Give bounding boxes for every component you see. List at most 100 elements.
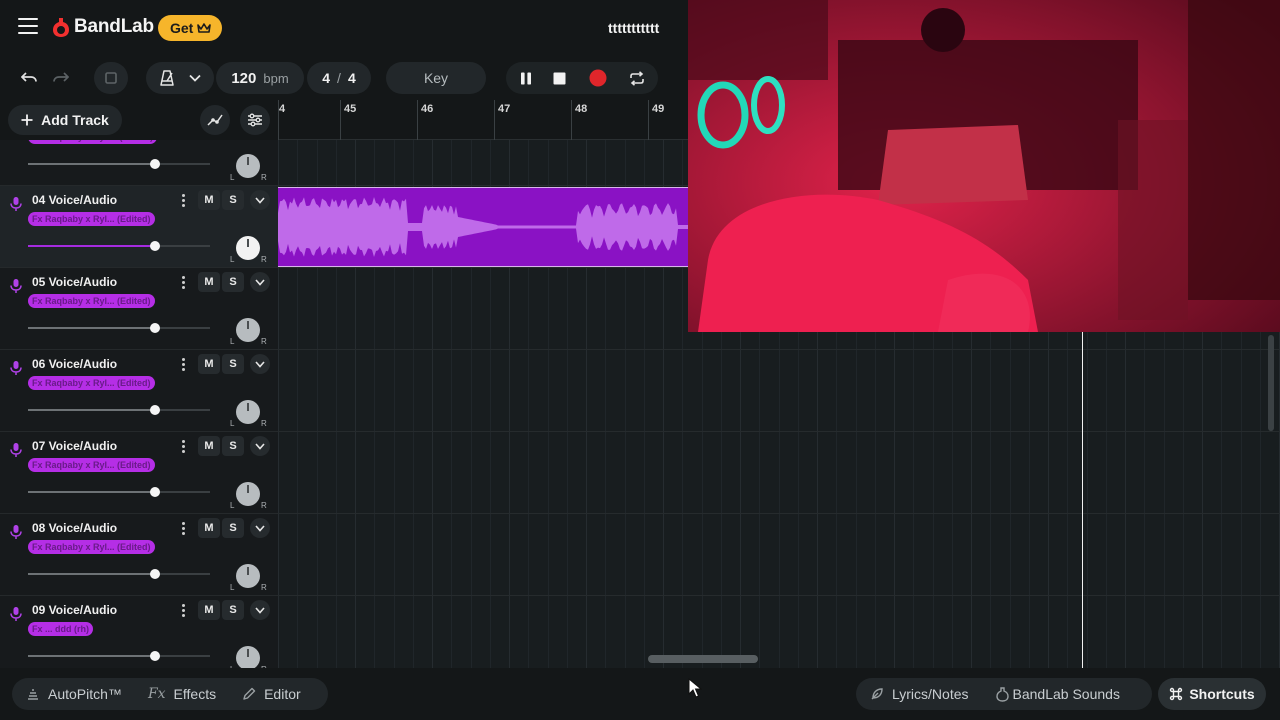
volume-slider-handle[interactable]: [150, 159, 160, 169]
time-signature-field[interactable]: 4 / 4: [307, 62, 371, 94]
volume-slider-handle[interactable]: [150, 405, 160, 415]
pan-knob[interactable]: L R: [230, 563, 267, 595]
pan-knob[interactable]: L R: [230, 235, 267, 267]
track-expand-button[interactable]: [250, 190, 270, 210]
volume-slider-handle[interactable]: [150, 651, 160, 661]
pan-knob[interactable]: L R: [230, 317, 267, 349]
pan-knob[interactable]: L R: [230, 645, 267, 668]
volume-slider[interactable]: [28, 651, 210, 661]
track-more-button[interactable]: [180, 522, 186, 536]
get-label: Get: [170, 20, 194, 36]
volume-slider-handle[interactable]: [150, 569, 160, 579]
track-row[interactable]: 04 Voice/Audio M S Fx Raqbaby x Ryl... (…: [0, 186, 278, 268]
volume-slider[interactable]: [28, 323, 210, 333]
autopitch-button[interactable]: AutoPitch™: [12, 678, 135, 710]
pause-button[interactable]: [514, 66, 538, 90]
track-name[interactable]: 04 Voice/Audio: [32, 193, 117, 207]
track-name[interactable]: 09 Voice/Audio: [32, 603, 117, 617]
mute-button[interactable]: M: [198, 354, 220, 374]
horizontal-scrollbar[interactable]: [648, 655, 758, 663]
track-effect-preset[interactable]: Fx Raqbaby x Ryli... (Edited): [28, 140, 158, 144]
track-effect-preset[interactable]: Fx Raqbaby x Ryl... (Edited): [28, 540, 155, 554]
mute-button[interactable]: M: [198, 190, 220, 210]
track-effect-preset[interactable]: Fx Raqbaby x Ryl... (Edited): [28, 376, 155, 390]
volume-slider-handle[interactable]: [150, 487, 160, 497]
volume-slider-handle[interactable]: [150, 323, 160, 333]
playhead[interactable]: [1082, 332, 1083, 668]
record-button[interactable]: [586, 66, 610, 90]
stop-button[interactable]: [547, 66, 571, 90]
pan-knob[interactable]: L R: [230, 399, 267, 431]
mute-button[interactable]: M: [198, 436, 220, 456]
shortcuts-button[interactable]: Shortcuts: [1158, 678, 1266, 710]
track-name[interactable]: 05 Voice/Audio: [32, 275, 117, 289]
sliders-icon: [248, 113, 262, 127]
track-expand-button[interactable]: [250, 518, 270, 538]
track-more-button[interactable]: [180, 604, 186, 618]
track-expand-button[interactable]: [250, 436, 270, 456]
solo-button[interactable]: S: [222, 190, 244, 210]
volume-slider[interactable]: [28, 569, 210, 579]
track-row[interactable]: 06 Voice/Audio M S Fx Raqbaby x Ryl... (…: [0, 350, 278, 432]
track-more-button[interactable]: [180, 194, 186, 208]
solo-button[interactable]: S: [222, 436, 244, 456]
volume-slider[interactable]: [28, 487, 210, 497]
track-expand-button[interactable]: [250, 272, 270, 292]
volume-slider-handle[interactable]: [150, 241, 160, 251]
redo-button[interactable]: [48, 63, 74, 93]
track-row[interactable]: 05 Voice/Audio M S Fx Raqbaby x Ryl... (…: [0, 268, 278, 350]
solo-button[interactable]: S: [222, 354, 244, 374]
microphone-icon: [10, 443, 22, 457]
key-field[interactable]: Key: [386, 62, 486, 94]
solo-button[interactable]: S: [222, 518, 244, 538]
track-expand-button[interactable]: [250, 354, 270, 374]
pan-right-label: R: [261, 583, 267, 592]
track-more-button[interactable]: [180, 440, 186, 454]
track-effect-preset[interactable]: Fx ... ddd (rh): [28, 622, 93, 636]
microphone-icon: [10, 197, 22, 211]
track-name[interactable]: 07 Voice/Audio: [32, 439, 117, 453]
get-membership-button[interactable]: Get: [158, 15, 223, 41]
bandlab-logo[interactable]: BandLab: [52, 16, 154, 38]
track-row[interactable]: M S Fx Raqbaby x Ryli... (Edited) L R: [0, 140, 278, 186]
audio-clip[interactable]: [278, 187, 688, 267]
pan-knob[interactable]: L R: [230, 481, 267, 513]
project-title[interactable]: ttttttttttt: [608, 20, 659, 36]
solo-button[interactable]: S: [222, 272, 244, 292]
timeline-ruler[interactable]: 4 45 46 47 48 49: [278, 100, 688, 140]
track-effect-preset[interactable]: Fx Raqbaby x Ryl... (Edited): [28, 294, 155, 308]
menu-icon[interactable]: [18, 18, 38, 36]
track-effect-preset[interactable]: Fx Raqbaby x Ryl... (Edited): [28, 458, 155, 472]
track-row[interactable]: 09 Voice/Audio M S Fx ... ddd (rh) L R: [0, 596, 278, 668]
automation-button[interactable]: [200, 105, 230, 135]
track-name[interactable]: 06 Voice/Audio: [32, 357, 117, 371]
track-row[interactable]: 08 Voice/Audio M S Fx Raqbaby x Ryl... (…: [0, 514, 278, 596]
solo-button[interactable]: S: [222, 600, 244, 620]
track-name[interactable]: 08 Voice/Audio: [32, 521, 117, 535]
select-tool-button[interactable]: [94, 62, 128, 94]
track-expand-button[interactable]: [250, 600, 270, 620]
pan-knob[interactable]: L R: [230, 153, 267, 185]
vertical-scrollbar[interactable]: [1268, 335, 1274, 431]
mute-button[interactable]: M: [198, 518, 220, 538]
editor-button[interactable]: Editor: [229, 678, 314, 710]
track-row[interactable]: 07 Voice/Audio M S Fx Raqbaby x Ryl... (…: [0, 432, 278, 514]
tempo-field[interactable]: 120 bpm: [216, 62, 304, 94]
track-more-button[interactable]: [180, 358, 186, 372]
add-track-button[interactable]: Add Track: [8, 105, 122, 135]
track-effect-preset[interactable]: Fx Raqbaby x Ryl... (Edited): [28, 212, 155, 226]
metronome-button[interactable]: [146, 62, 214, 94]
bandlab-sounds-button[interactable]: BandLab Sounds: [982, 678, 1133, 710]
mute-button[interactable]: M: [198, 272, 220, 292]
mute-button[interactable]: M: [198, 600, 220, 620]
pan-right-label: R: [261, 501, 267, 510]
volume-slider[interactable]: [28, 159, 210, 169]
effects-button[interactable]: Fx Effects: [135, 678, 229, 710]
volume-slider[interactable]: [28, 241, 210, 251]
undo-button[interactable]: [16, 63, 42, 93]
track-more-button[interactable]: [180, 276, 186, 290]
loop-button[interactable]: [625, 66, 649, 90]
mixer-button[interactable]: [240, 105, 270, 135]
lyrics-notes-button[interactable]: Lyrics/Notes: [856, 678, 982, 710]
volume-slider[interactable]: [28, 405, 210, 415]
